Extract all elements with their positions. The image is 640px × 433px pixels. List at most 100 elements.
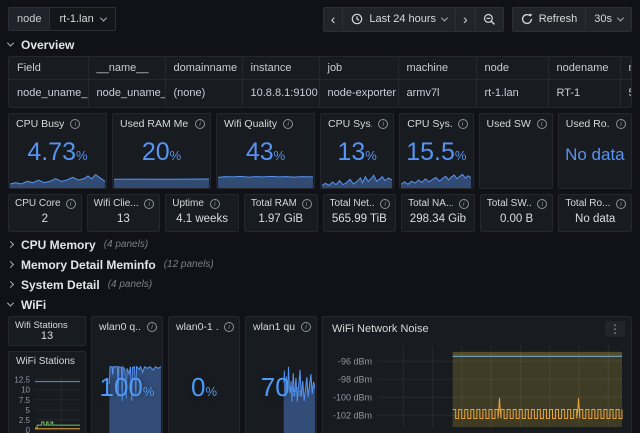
info-icon[interactable]: i bbox=[65, 198, 76, 209]
row-header-system-detail[interactable]: System Detail (4 panels) bbox=[6, 277, 632, 292]
info-icon[interactable]: i bbox=[70, 119, 81, 129]
panel-total-root: Total Ro... i No data bbox=[558, 194, 632, 232]
chevron-down-icon bbox=[99, 14, 107, 22]
panel-title[interactable]: Uptime bbox=[172, 198, 204, 209]
panel-cpu-system-1: CPU Sys... i 13% bbox=[320, 113, 395, 189]
cpu-busy-sparkline[interactable] bbox=[9, 172, 106, 188]
panel-title[interactable]: CPU Cores bbox=[15, 198, 60, 209]
panel-title[interactable]: CPU Busy bbox=[16, 118, 64, 130]
table-row: node_uname_info node_uname_info (none) 1… bbox=[9, 78, 631, 107]
info-icon[interactable]: i bbox=[458, 198, 469, 209]
info-icon[interactable]: i bbox=[457, 119, 468, 129]
svg-text:-100 dBm: -100 dBm bbox=[333, 392, 372, 402]
panel-title[interactable]: wlan0-1 ... bbox=[176, 321, 218, 333]
chevron-right-icon bbox=[6, 240, 15, 249]
magnifier-minus-icon bbox=[483, 13, 495, 25]
stat-value: 13 bbox=[40, 330, 54, 342]
info-icon[interactable]: i bbox=[537, 198, 548, 209]
table-header-row: Field __name__ domainname instance job m… bbox=[9, 57, 631, 80]
panel-title[interactable]: wlan1 qu... bbox=[253, 321, 295, 333]
row-header-wifi[interactable]: WiFi bbox=[6, 297, 632, 312]
panel-wifi-stations-stat: Wifi Stations 13 bbox=[8, 316, 86, 346]
variable-value-dropdown[interactable]: rt-1.lan bbox=[49, 7, 116, 31]
time-range-picker-button[interactable]: Last 24 hours bbox=[343, 7, 457, 31]
time-controls: ‹ Last 24 hours › Refresh 30s bbox=[322, 6, 632, 32]
refresh-icon bbox=[521, 13, 533, 25]
panel-title[interactable]: Total Net... bbox=[330, 198, 375, 209]
cpu-system2-sparkline[interactable] bbox=[400, 172, 472, 188]
stat-value: 70 bbox=[260, 371, 290, 402]
info-icon[interactable]: i bbox=[616, 198, 626, 209]
column-header[interactable]: machine bbox=[397, 57, 477, 80]
row-header-cpu-memory[interactable]: CPU Memory (4 panels) bbox=[6, 237, 632, 252]
node-uname-table: Field __name__ domainname instance job m… bbox=[9, 57, 631, 107]
column-header[interactable]: rele bbox=[619, 57, 631, 80]
info-icon[interactable]: i bbox=[147, 322, 157, 332]
stat-value: 298.34 Gib bbox=[409, 213, 467, 225]
panel-title[interactable]: Total SW... bbox=[487, 198, 532, 209]
panel-menu-icon[interactable]: ⋮ bbox=[605, 321, 625, 337]
refresh-interval-dropdown[interactable]: 30s bbox=[586, 8, 631, 31]
column-header[interactable]: instance bbox=[241, 57, 320, 80]
info-icon[interactable]: i bbox=[378, 119, 389, 129]
info-icon[interactable]: i bbox=[536, 119, 547, 129]
chevron-down-icon bbox=[441, 14, 449, 22]
row-title: Memory Detail Meminfo bbox=[21, 257, 156, 272]
info-icon[interactable]: i bbox=[301, 322, 311, 332]
panel-title[interactable]: Total Ro... bbox=[565, 198, 610, 209]
panel-wifi-stations-graph: WiFi Stations 02.557.51012.500:00 bbox=[8, 351, 86, 433]
panel-title[interactable]: Total RAM bbox=[251, 198, 296, 209]
panel-title[interactable]: Used SW... bbox=[487, 118, 531, 130]
refresh-button[interactable]: Refresh bbox=[513, 7, 587, 31]
stat-value: 20 bbox=[141, 138, 170, 166]
panel-title[interactable]: CPU Sys... bbox=[328, 118, 372, 130]
panel-title[interactable]: Wifi Quality bbox=[224, 118, 277, 130]
table-cell: RT-1 bbox=[547, 78, 621, 107]
time-shift-back-button[interactable]: ‹ bbox=[324, 7, 344, 31]
column-header[interactable]: Field bbox=[9, 57, 89, 80]
column-header[interactable]: nodename bbox=[547, 57, 621, 80]
row-header-overview[interactable]: Overview bbox=[6, 37, 632, 52]
panel-used-root: Used Ro... i No data bbox=[557, 113, 632, 189]
svg-text:-96 dBm: -96 dBm bbox=[338, 356, 372, 366]
column-header[interactable]: node bbox=[475, 57, 549, 80]
panel-title[interactable]: CPU Sys... bbox=[407, 118, 451, 130]
table-cell: armv7l bbox=[397, 78, 477, 107]
table-cell: node-exporter bbox=[318, 78, 399, 107]
panel-total-nas: Total NA... i 298.34 Gib bbox=[401, 194, 475, 232]
info-icon[interactable]: i bbox=[195, 119, 205, 129]
column-header[interactable]: __name__ bbox=[87, 57, 166, 80]
panel-title[interactable]: WiFi Stations bbox=[16, 356, 75, 367]
panel-title[interactable]: Used RAM Mem... bbox=[120, 118, 189, 130]
wifi-network-noise-chart[interactable]: -96 dBm-98 dBm-100 dBm-102 dBm12:0015:00… bbox=[325, 341, 629, 433]
panel-used-ram: Used RAM Mem... i 20% bbox=[112, 113, 211, 189]
info-icon[interactable]: i bbox=[301, 198, 312, 209]
stat-row-2: CPU Coresi 2 Wifi Clie...i 13 Uptimei 4.… bbox=[8, 194, 632, 232]
column-header[interactable]: domainname bbox=[164, 57, 243, 80]
info-icon[interactable]: i bbox=[144, 198, 155, 209]
panel-title[interactable]: wlan0 q... bbox=[99, 321, 141, 333]
cpu-system-sparkline[interactable] bbox=[321, 172, 393, 188]
stat-value: 0 bbox=[190, 371, 206, 402]
info-icon[interactable]: i bbox=[224, 322, 234, 332]
info-icon[interactable]: i bbox=[283, 119, 294, 129]
wifi-stations-chart[interactable]: 02.557.51012.500:00 bbox=[11, 372, 83, 433]
time-shift-forward-button[interactable]: › bbox=[456, 7, 476, 31]
info-icon[interactable]: i bbox=[209, 198, 220, 209]
zoom-out-time-button[interactable] bbox=[476, 8, 503, 31]
panel-title[interactable]: Wifi Clie... bbox=[94, 198, 139, 209]
column-header[interactable]: job bbox=[318, 57, 399, 80]
row-header-memory-detail[interactable]: Memory Detail Meminfo (12 panels) bbox=[6, 257, 632, 272]
variable-picker-node[interactable]: node rt-1.lan bbox=[8, 7, 116, 31]
info-icon[interactable]: i bbox=[616, 119, 626, 129]
info-icon[interactable]: i bbox=[380, 198, 391, 209]
panel-total-net: Total Net... i 565.99 TiB bbox=[322, 194, 397, 232]
used-ram-sparkline[interactable] bbox=[113, 172, 210, 188]
panel-title[interactable]: Used Ro... bbox=[566, 118, 610, 130]
panel-title[interactable]: WiFi Network Noise bbox=[332, 323, 429, 335]
refresh-label: Refresh bbox=[538, 13, 578, 25]
panel-wlan1-quality: wlan1 qu... i 70% bbox=[245, 316, 317, 433]
stat-row-1: CPU Busy i 4.73% Used RAM Mem... i 20% Wif… bbox=[8, 113, 632, 189]
wifi-quality-sparkline[interactable] bbox=[217, 172, 314, 188]
panel-title[interactable]: Total NA... bbox=[408, 198, 453, 209]
